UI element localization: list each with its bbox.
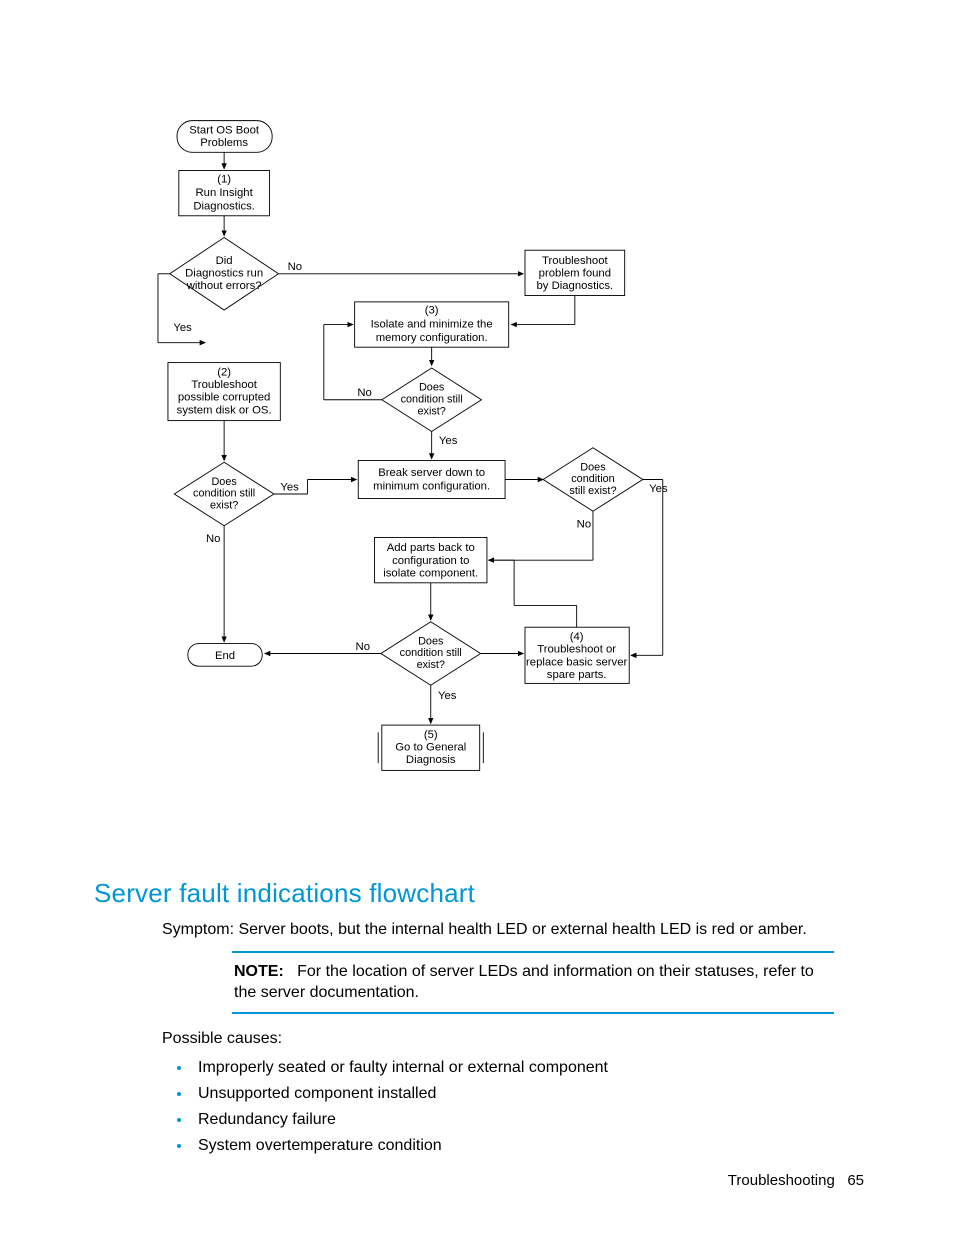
svg-text:Yes: Yes (173, 322, 192, 334)
svg-text:Yes: Yes (438, 690, 457, 702)
svg-text:Yes: Yes (649, 483, 668, 495)
list-item: Redundancy failure (192, 1111, 864, 1129)
svg-text:Break server down tominimum co: Break server down tominimum configuratio… (373, 467, 490, 493)
list-item: System overtemperature condition (192, 1137, 864, 1155)
list-item: Improperly seated or faulty internal or … (192, 1059, 864, 1077)
svg-text:No: No (356, 641, 370, 653)
section-heading: Server fault indications flowchart (94, 878, 864, 909)
svg-text:End: End (215, 650, 235, 662)
svg-text:No: No (206, 533, 220, 545)
svg-text:Yes: Yes (280, 481, 299, 493)
possible-causes-label: Possible causes: (162, 1028, 864, 1050)
svg-text:No: No (288, 261, 302, 273)
svg-text:No: No (577, 519, 591, 531)
list-item: Unsupported component installed (192, 1085, 864, 1103)
symptom-text: Symptom: Server boots, but the internal … (162, 919, 864, 941)
footer-page-number: 65 (847, 1172, 864, 1189)
note-text (288, 963, 297, 980)
footer-section: Troubleshooting (728, 1172, 835, 1189)
note-label: NOTE: (234, 963, 284, 980)
svg-text:Add parts back toconfiguration: Add parts back toconfiguration toisolate… (383, 542, 478, 579)
note-box: NOTE: For the location of server LEDs an… (232, 951, 834, 1014)
flowchart-container: Start OS BootProblems (1)Run InsightDiag… (90, 80, 864, 850)
document-page: Start OS BootProblems (1)Run InsightDiag… (0, 0, 954, 1235)
svg-text:Yes: Yes (439, 435, 458, 447)
page-footer: Troubleshooting 65 (728, 1172, 864, 1189)
os-boot-flowchart: Start OS BootProblems (1)Run InsightDiag… (90, 80, 670, 850)
svg-text:Troubleshootproblem foundby Di: Troubleshootproblem foundby Diagnostics. (536, 255, 613, 292)
svg-text:No: No (357, 387, 371, 399)
note-body: For the location of server LEDs and info… (234, 963, 814, 1002)
causes-list: Improperly seated or faulty internal or … (162, 1059, 864, 1155)
